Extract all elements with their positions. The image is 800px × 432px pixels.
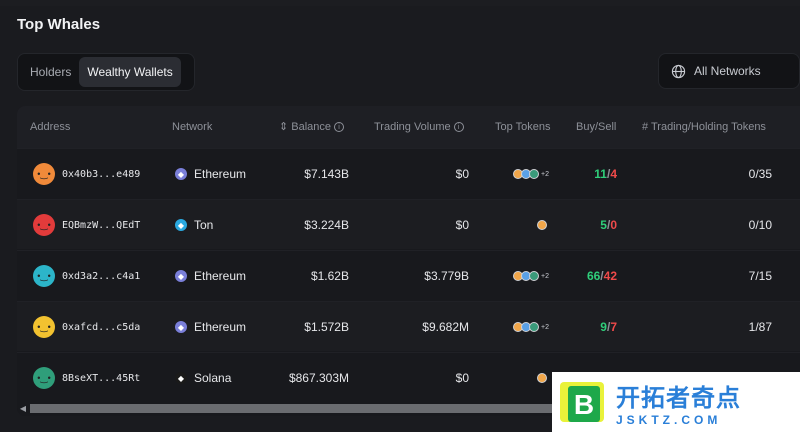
whales-table: Address Network ⇕ Balance i Trading Volum…	[17, 106, 800, 416]
top-tokens: +2	[485, 149, 549, 199]
holding-tokens-value: 7/15	[748, 269, 772, 283]
scrollbar-thumb[interactable]	[30, 403, 570, 413]
watermark-logo-icon: B	[560, 382, 604, 422]
header-balance[interactable]: ⇕ Balance i	[279, 106, 345, 148]
header-top-tokens: Top Tokens	[495, 121, 551, 133]
network-filter-label: All Networks	[694, 64, 761, 78]
token-icon	[529, 169, 540, 179]
buy-count: 5	[600, 218, 607, 232]
more-tokens-badge: +2	[541, 170, 549, 178]
network-name: Ethereum	[194, 269, 247, 283]
tab-holders[interactable]: Holders	[22, 57, 79, 87]
network-name: Ethereum	[194, 167, 247, 181]
header-address: Address	[30, 121, 71, 133]
info-icon: i	[453, 122, 464, 133]
wallet-address[interactable]: 0xafcd...c5da	[62, 322, 140, 333]
trading-volume-value: $0	[455, 218, 469, 232]
tab-wealthy-wallets[interactable]: Wealthy Wallets	[79, 57, 181, 87]
table-header: Address Network ⇕ Balance i Trading Volum…	[17, 106, 800, 148]
sell-count: 7	[610, 320, 617, 334]
table-row[interactable]: •‿• 0xafcd...c5da ◆ Ethereum $1.572B $9.…	[17, 301, 800, 351]
holding-tokens-value: 1/87	[748, 320, 772, 334]
wallet-address[interactable]: 8BseXT...45Rt	[62, 373, 140, 384]
more-tokens-badge: +2	[541, 272, 549, 280]
buy-count: 11	[594, 167, 607, 181]
watermark: B 开拓者奇点 JSKTZ.COM	[552, 372, 800, 432]
network-icon: ◆	[175, 168, 187, 180]
header-trading-volume[interactable]: Trading Volume i	[374, 106, 464, 148]
network-icon: ◆	[175, 321, 187, 333]
sell-count: 42	[603, 269, 617, 283]
network-icon: ◆	[175, 270, 187, 282]
balance-value: $1.572B	[304, 320, 349, 334]
sell-count: 4	[610, 167, 617, 181]
sort-icon: ⇕	[279, 121, 292, 133]
network-name: Ton	[194, 218, 214, 232]
trading-volume-value: $0	[455, 371, 469, 385]
balance-value: $7.143B	[304, 167, 349, 181]
token-icon	[529, 322, 540, 332]
avatar: •‿•	[33, 163, 55, 185]
network-name: Ethereum	[194, 320, 247, 334]
top-tokens	[485, 353, 549, 403]
top-tokens	[485, 200, 549, 250]
avatar: •‿•	[33, 265, 55, 287]
network-name: Solana	[194, 371, 232, 385]
tab-group: Holders Wealthy Wallets	[17, 53, 195, 91]
header-buy-sell: Buy/Sell	[576, 121, 617, 133]
token-icon	[529, 271, 540, 281]
avatar: •‿•	[33, 367, 55, 389]
more-tokens-badge: +2	[541, 323, 549, 331]
scroll-left-icon[interactable]: ◀	[17, 404, 29, 413]
table-row[interactable]: •‿• EQBmzW...QEdT ◆ Ton $3.224B $0 5/0 0…	[17, 199, 800, 249]
section-title: Top Whales	[17, 16, 101, 33]
sell-count: 0	[610, 218, 617, 232]
token-icon	[537, 220, 547, 230]
globe-icon	[671, 64, 686, 78]
network-filter-dropdown[interactable]: All Networks	[658, 53, 800, 89]
buy-count: 9	[600, 320, 607, 334]
holding-tokens-value: 0/10	[748, 218, 772, 232]
svg-text:B: B	[574, 389, 594, 420]
table-row[interactable]: •‿• 0x40b3...e489 ◆ Ethereum $7.143B $0 …	[17, 148, 800, 198]
token-icon	[537, 373, 547, 383]
trading-volume-value: $0	[455, 167, 469, 181]
avatar: •‿•	[33, 316, 55, 338]
holding-tokens-value: 0/35	[748, 167, 772, 181]
top-tokens: +2	[485, 251, 549, 301]
trading-volume-value: $9.682M	[422, 320, 469, 334]
info-icon: i	[334, 122, 345, 133]
watermark-url: JSKTZ.COM	[616, 412, 722, 427]
wallet-address[interactable]: 0x40b3...e489	[62, 169, 140, 180]
watermark-text: 开拓者奇点	[616, 384, 741, 412]
balance-value: $867.303M	[288, 371, 349, 385]
wallet-address[interactable]: 0xd3a2...c4a1	[62, 271, 140, 282]
network-icon: ◆	[175, 219, 187, 231]
header-holding: # Trading/Holding Tokens	[642, 121, 766, 133]
header-network: Network	[172, 121, 213, 133]
top-tokens: +2	[485, 302, 549, 352]
wallet-address[interactable]: EQBmzW...QEdT	[62, 220, 140, 231]
network-icon: ◆	[175, 372, 187, 384]
buy-count: 66	[586, 269, 601, 283]
avatar: •‿•	[33, 214, 55, 236]
table-row[interactable]: •‿• 0xd3a2...c4a1 ◆ Ethereum $1.62B $3.7…	[17, 250, 800, 300]
balance-value: $1.62B	[310, 269, 349, 283]
balance-value: $3.224B	[304, 218, 349, 232]
trading-volume-value: $3.779B	[424, 269, 469, 283]
